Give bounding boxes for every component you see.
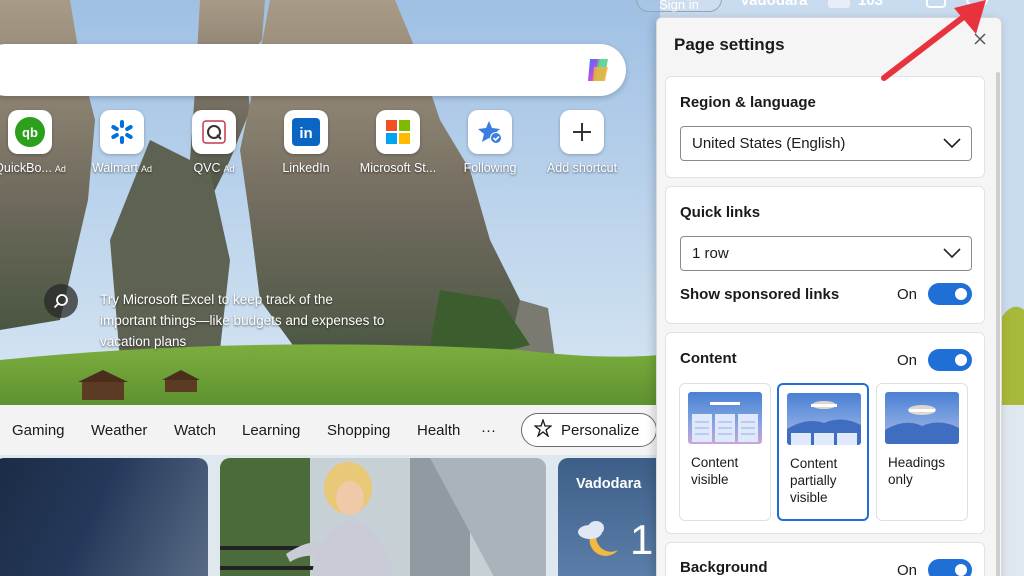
content-partial-thumbnail <box>787 393 861 445</box>
quick-link-quickbooks[interactable]: qb QuickBo...Ad <box>0 110 76 175</box>
add-shortcut-button[interactable]: Add shortcut <box>536 110 628 175</box>
sign-in-button[interactable]: Sign in <box>636 0 722 12</box>
copilot-icon[interactable] <box>582 53 616 87</box>
region-language-dropdown[interactable]: United States (English) <box>680 126 972 161</box>
microsoft-store-icon <box>376 110 420 154</box>
quick-links-section: Quick links 1 row Show sponsored links O… <box>665 186 985 324</box>
personalize-button[interactable]: Personalize <box>521 413 657 447</box>
nav-item-health[interactable]: Health <box>417 422 460 439</box>
region-language-value: United States (English) <box>692 135 846 152</box>
sparkle-star-icon <box>533 417 553 441</box>
background-toggle[interactable] <box>928 559 972 576</box>
scrollbar[interactable] <box>996 72 1000 576</box>
background-state: On <box>897 562 918 576</box>
content-option-label: Content partially visible <box>790 456 838 505</box>
page-settings-title: Page settings <box>674 35 785 54</box>
quick-link-following[interactable]: Following <box>444 110 536 175</box>
quick-link-label: Walmart <box>91 161 139 175</box>
chevron-down-icon <box>943 138 961 149</box>
quick-link-label: Following <box>463 161 517 175</box>
quick-link-label: Microsoft St... <box>359 161 437 175</box>
nav-item-gaming[interactable]: Gaming <box>12 422 65 439</box>
quick-link-walmart[interactable]: Walmart Ad <box>76 110 168 175</box>
quick-links-title: Quick links <box>680 204 761 221</box>
quick-link-qvc[interactable]: QVC Ad <box>168 110 260 175</box>
moon-cloud-icon <box>578 521 618 556</box>
quick-link-label: QVC <box>193 161 221 175</box>
linkedin-icon: in <box>284 110 328 154</box>
chevron-down-icon <box>943 248 961 259</box>
content-section: Content On Content visible Content parti… <box>665 332 985 534</box>
nav-item-shopping[interactable]: Shopping <box>327 422 390 439</box>
content-toggle[interactable] <box>928 349 972 371</box>
category-nav: Gaming Weather Watch Learning Shopping H… <box>0 405 660 455</box>
quick-link-linkedin[interactable]: in LinkedIn <box>260 110 352 175</box>
quick-link-label: QuickBo... <box>0 161 52 175</box>
quick-link-label: Add shortcut <box>546 161 618 175</box>
content-option-partially-visible[interactable]: Content partially visible <box>777 383 869 521</box>
search-input[interactable] <box>0 44 626 96</box>
quick-link-microsoft-store[interactable]: Microsoft St... <box>352 110 444 175</box>
weather-card[interactable]: Vadodara 1 <box>558 458 668 576</box>
ad-badge: Ad <box>54 164 66 174</box>
content-option-label: Content visible <box>691 455 739 487</box>
news-card-image[interactable] <box>220 458 546 576</box>
qvc-icon <box>192 110 236 154</box>
plus-icon <box>560 110 604 154</box>
background-section: Background On <box>665 542 985 576</box>
weather-card-temperature: 1 <box>630 516 654 563</box>
svg-text:in: in <box>299 125 312 142</box>
region-language-section: Region & language United States (English… <box>665 76 985 178</box>
content-option-label: Headings only <box>888 455 946 487</box>
content-option-visible[interactable]: Content visible <box>679 383 771 521</box>
quick-links-dropdown[interactable]: 1 row <box>680 236 972 271</box>
annotation-arrow <box>881 0 986 81</box>
quick-link-label: LinkedIn <box>282 161 330 175</box>
sponsored-links-toggle[interactable] <box>928 283 972 305</box>
content-visible-thumbnail <box>688 392 762 444</box>
sponsored-links-state: On <box>897 286 918 303</box>
content-state: On <box>897 352 918 369</box>
weather-card-city: Vadodara <box>576 476 642 492</box>
sponsored-links-label: Show sponsored links <box>680 286 840 303</box>
search-icon[interactable] <box>44 284 78 318</box>
nav-item-learning[interactable]: Learning <box>242 422 300 439</box>
quick-links-value: 1 row <box>692 245 729 262</box>
news-card[interactable] <box>0 458 208 576</box>
ad-badge: Ad <box>223 164 235 174</box>
page-settings-panel: Page settings Region & language United S… <box>656 17 1002 576</box>
walmart-icon <box>100 110 144 154</box>
region-language-title: Region & language <box>680 94 816 111</box>
nav-item-watch[interactable]: Watch <box>174 422 216 439</box>
nav-item-weather[interactable]: Weather <box>91 422 147 439</box>
content-option-headings-only[interactable]: Headings only <box>876 383 968 521</box>
following-icon <box>468 110 512 154</box>
location-label[interactable]: Vadodara <box>740 0 808 9</box>
personalize-label: Personalize <box>561 421 640 439</box>
more-categories-button[interactable]: ··· <box>481 422 496 439</box>
svg-text:qb: qb <box>22 125 38 140</box>
quickbooks-icon: qb <box>8 110 52 154</box>
background-title: Background <box>680 559 768 576</box>
tip-text[interactable]: Try Microsoft Excel to keep track of the… <box>100 289 390 352</box>
headings-only-thumbnail <box>885 392 959 444</box>
ad-badge: Ad <box>141 164 153 174</box>
content-title: Content <box>680 350 737 367</box>
weather-cloud-icon <box>828 0 850 8</box>
